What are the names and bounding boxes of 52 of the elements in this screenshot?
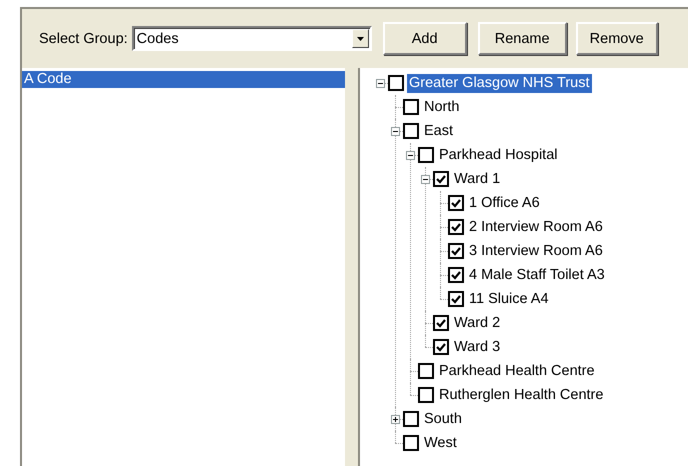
checkbox[interactable] <box>418 387 434 403</box>
checkbox[interactable] <box>388 75 404 91</box>
list-item[interactable]: A Code <box>22 71 345 88</box>
tree-item[interactable]: 2 Interview Room A6 <box>467 218 605 236</box>
tree-item[interactable]: Parkhead Hospital <box>437 146 560 164</box>
checkbox[interactable] <box>448 219 464 235</box>
checkbox[interactable] <box>433 171 449 187</box>
checkmark-icon <box>451 222 461 232</box>
checkbox[interactable] <box>448 195 464 211</box>
tree-item[interactable]: North <box>422 98 462 116</box>
collapse-icon[interactable] <box>420 174 430 184</box>
tree-item[interactable]: Greater Glasgow NHS Trust <box>407 74 592 92</box>
tree-item[interactable]: 11 Sluice A4 <box>467 290 551 308</box>
group-dropdown[interactable]: Codes <box>132 26 372 51</box>
checkmark-icon <box>451 198 461 208</box>
checkbox[interactable] <box>418 363 434 379</box>
select-group-label: Select Group: <box>39 30 128 46</box>
checkbox[interactable] <box>403 435 419 451</box>
expand-icon[interactable] <box>390 414 400 424</box>
checkbox[interactable] <box>448 291 464 307</box>
tree-item[interactable]: South <box>422 410 464 428</box>
tree-item[interactable]: Ward 2 <box>452 314 502 332</box>
checkbox[interactable] <box>403 411 419 427</box>
toolbar-button[interactable]: Add <box>382 22 467 55</box>
tree-item[interactable]: Parkhead Health Centre <box>437 362 597 380</box>
checkbox[interactable] <box>448 243 464 259</box>
toolbar-button[interactable]: Rename <box>478 22 567 55</box>
checkmark-icon <box>451 246 461 256</box>
checkbox[interactable] <box>403 99 419 115</box>
collapse-icon[interactable] <box>390 126 400 136</box>
tree-item[interactable]: Ward 3 <box>452 338 502 356</box>
collapse-icon[interactable] <box>406 150 414 160</box>
tree-item[interactable]: Rutherglen Health Centre <box>437 386 606 404</box>
checkbox[interactable] <box>448 267 464 283</box>
tree-item[interactable]: 1 Office A6 <box>467 194 542 212</box>
checkmark-icon <box>436 342 446 352</box>
tree-item[interactable]: Ward 1 <box>452 170 502 188</box>
checkmark-icon <box>451 294 461 304</box>
checkbox[interactable] <box>403 123 419 139</box>
tree-item[interactable]: 3 Interview Room A6 <box>467 242 605 260</box>
tree-item[interactable]: 4 Male Staff Toilet A3 <box>467 266 607 284</box>
checkbox[interactable] <box>433 315 449 331</box>
checkbox[interactable] <box>433 339 449 355</box>
checkmark-icon <box>451 270 461 280</box>
tree-item[interactable]: West <box>422 434 459 452</box>
checkbox[interactable] <box>418 147 434 163</box>
toolbar-button[interactable]: Remove <box>576 22 658 55</box>
collapse-icon[interactable] <box>376 78 384 88</box>
dropdown-arrow-icon <box>356 36 364 40</box>
checkmark-icon <box>436 318 446 328</box>
tree-item[interactable]: East <box>422 122 456 140</box>
checkmark-icon <box>436 174 446 184</box>
